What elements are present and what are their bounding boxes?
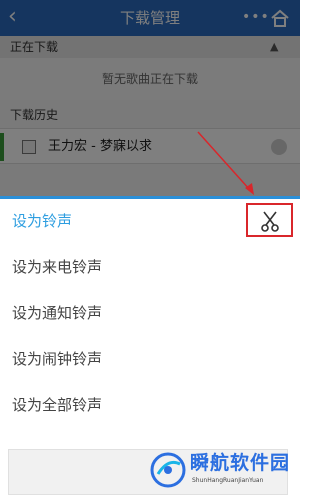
annotation-arrow [197,131,254,195]
menu-set-notification-ringtone[interactable]: 设为通知铃声 [0,291,300,335]
watermark-text: 瞬航软件园 [190,452,291,474]
cut-ringtone-button[interactable] [246,203,293,237]
menu-set-all-ringtones[interactable]: 设为全部铃声 [0,383,300,427]
watermark-subtext: ShunHangRuanJianYuan [192,477,264,484]
menu-set-call-ringtone[interactable]: 设为来电铃声 [0,245,300,289]
watermark-logo-icon [150,452,186,488]
watermark: 瞬航软件园 ShunHangRuanJianYuan [148,446,296,498]
menu-set-alarm-ringtone[interactable]: 设为闹钟铃声 [0,337,300,381]
scissors-icon [261,211,279,232]
